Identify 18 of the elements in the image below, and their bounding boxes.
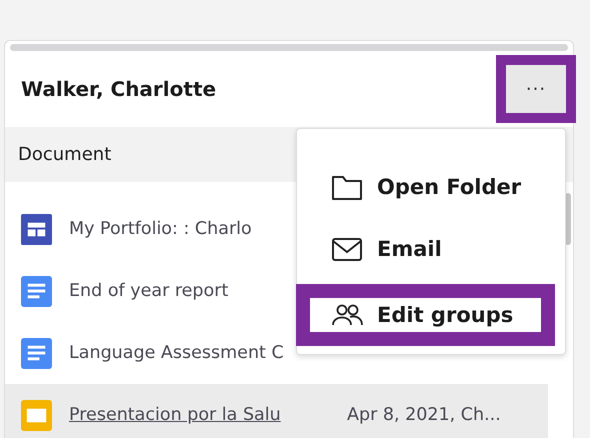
more-button[interactable]: ··· [506, 65, 566, 113]
mail-icon [331, 235, 363, 263]
document-icon [21, 338, 52, 368]
menu-item[interactable]: Edit groups [296, 284, 555, 346]
document-title: My Portfolio: : Charlo [69, 219, 253, 239]
document-icon [21, 276, 52, 306]
document-title: End of year report [69, 281, 230, 301]
menu-item[interactable]: Email [297, 218, 565, 280]
document-title: Language Assessment C [69, 343, 285, 363]
document-row[interactable]: Presentacion por la Salu Apr 8, 2021, Ch... [5, 384, 548, 438]
folder-icon [331, 173, 363, 201]
slides-icon [21, 400, 52, 430]
column-title: Document [18, 144, 112, 165]
layout-icon [21, 214, 52, 244]
document-date: Apr 8, 2021, Ch... [347, 405, 501, 425]
student-name: Walker, Charlotte [21, 77, 216, 101]
menu-item[interactable]: Open Folder [297, 156, 565, 218]
document-title[interactable]: Presentacion por la Salu [69, 405, 337, 425]
